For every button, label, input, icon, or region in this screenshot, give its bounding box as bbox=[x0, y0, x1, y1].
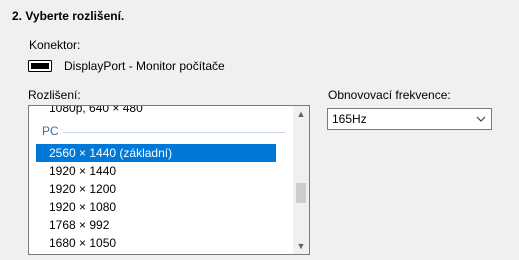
scroll-up-icon[interactable]: ▲ bbox=[293, 106, 309, 122]
list-item[interactable]: 1920 × 1440 bbox=[36, 162, 276, 180]
resolution-label: Rozlišení: bbox=[28, 88, 81, 102]
group-divider bbox=[63, 132, 285, 133]
resolution-list: 1080p, 640 × 480 PC 2560 × 1440 (základn… bbox=[29, 106, 294, 254]
list-item[interactable]: 1768 × 992 bbox=[36, 216, 276, 234]
refresh-rate-value: 165Hz bbox=[332, 112, 367, 126]
connector-value: DisplayPort - Monitor počítače bbox=[64, 59, 225, 73]
list-item[interactable]: 1920 × 1080 bbox=[36, 198, 276, 216]
refresh-rate-dropdown[interactable]: 165Hz bbox=[327, 108, 492, 130]
group-header-pc: PC bbox=[42, 124, 59, 138]
list-item[interactable]: 1920 × 1200 bbox=[36, 180, 276, 198]
resolution-listbox[interactable]: 1080p, 640 × 480 PC 2560 × 1440 (základn… bbox=[28, 105, 310, 255]
chevron-down-icon bbox=[476, 116, 486, 122]
vertical-scrollbar[interactable]: ▲ ▼ bbox=[293, 106, 309, 254]
connector-label: Konektor: bbox=[29, 38, 81, 52]
list-item[interactable]: 1680 × 1050 bbox=[36, 234, 276, 252]
section-title: 2. Vyberte rozlišení. bbox=[12, 9, 125, 23]
monitor-icon bbox=[28, 60, 52, 72]
scroll-thumb[interactable] bbox=[296, 183, 306, 203]
list-item-selected[interactable]: 2560 × 1440 (základní) bbox=[36, 144, 276, 162]
scroll-down-icon[interactable]: ▼ bbox=[293, 238, 309, 254]
list-item[interactable]: 1080p, 640 × 480 bbox=[49, 106, 143, 115]
refresh-rate-label: Obnovovací frekvence: bbox=[328, 88, 451, 102]
